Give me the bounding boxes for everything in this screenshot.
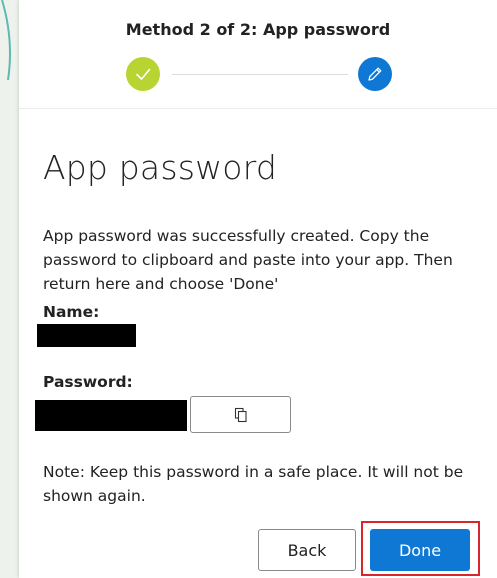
success-description: App password was successfully created. C… — [43, 227, 453, 293]
pencil-icon — [368, 67, 382, 81]
step-connector — [172, 74, 348, 75]
copy-icon — [234, 407, 247, 422]
progress-stepper — [126, 57, 392, 91]
setup-card: Method 2 of 2: App password App password… — [19, 0, 497, 578]
redacted-name-value — [37, 324, 136, 347]
step-completed — [126, 57, 160, 91]
safety-note: Note: Keep this password in a safe place… — [43, 463, 464, 505]
page-title: App password — [43, 148, 278, 187]
wizard-header: Method 2 of 2: App password — [19, 0, 497, 109]
method-title: Method 2 of 2: App password — [125, 20, 391, 39]
name-label: Name: — [43, 303, 100, 321]
checkmark-icon — [136, 68, 151, 80]
done-button[interactable]: Done — [370, 529, 470, 571]
back-button[interactable]: Back — [258, 529, 356, 571]
step-current — [358, 57, 392, 91]
redacted-password-value — [35, 400, 187, 431]
copy-password-button[interactable] — [190, 396, 291, 433]
password-label: Password: — [43, 373, 133, 391]
